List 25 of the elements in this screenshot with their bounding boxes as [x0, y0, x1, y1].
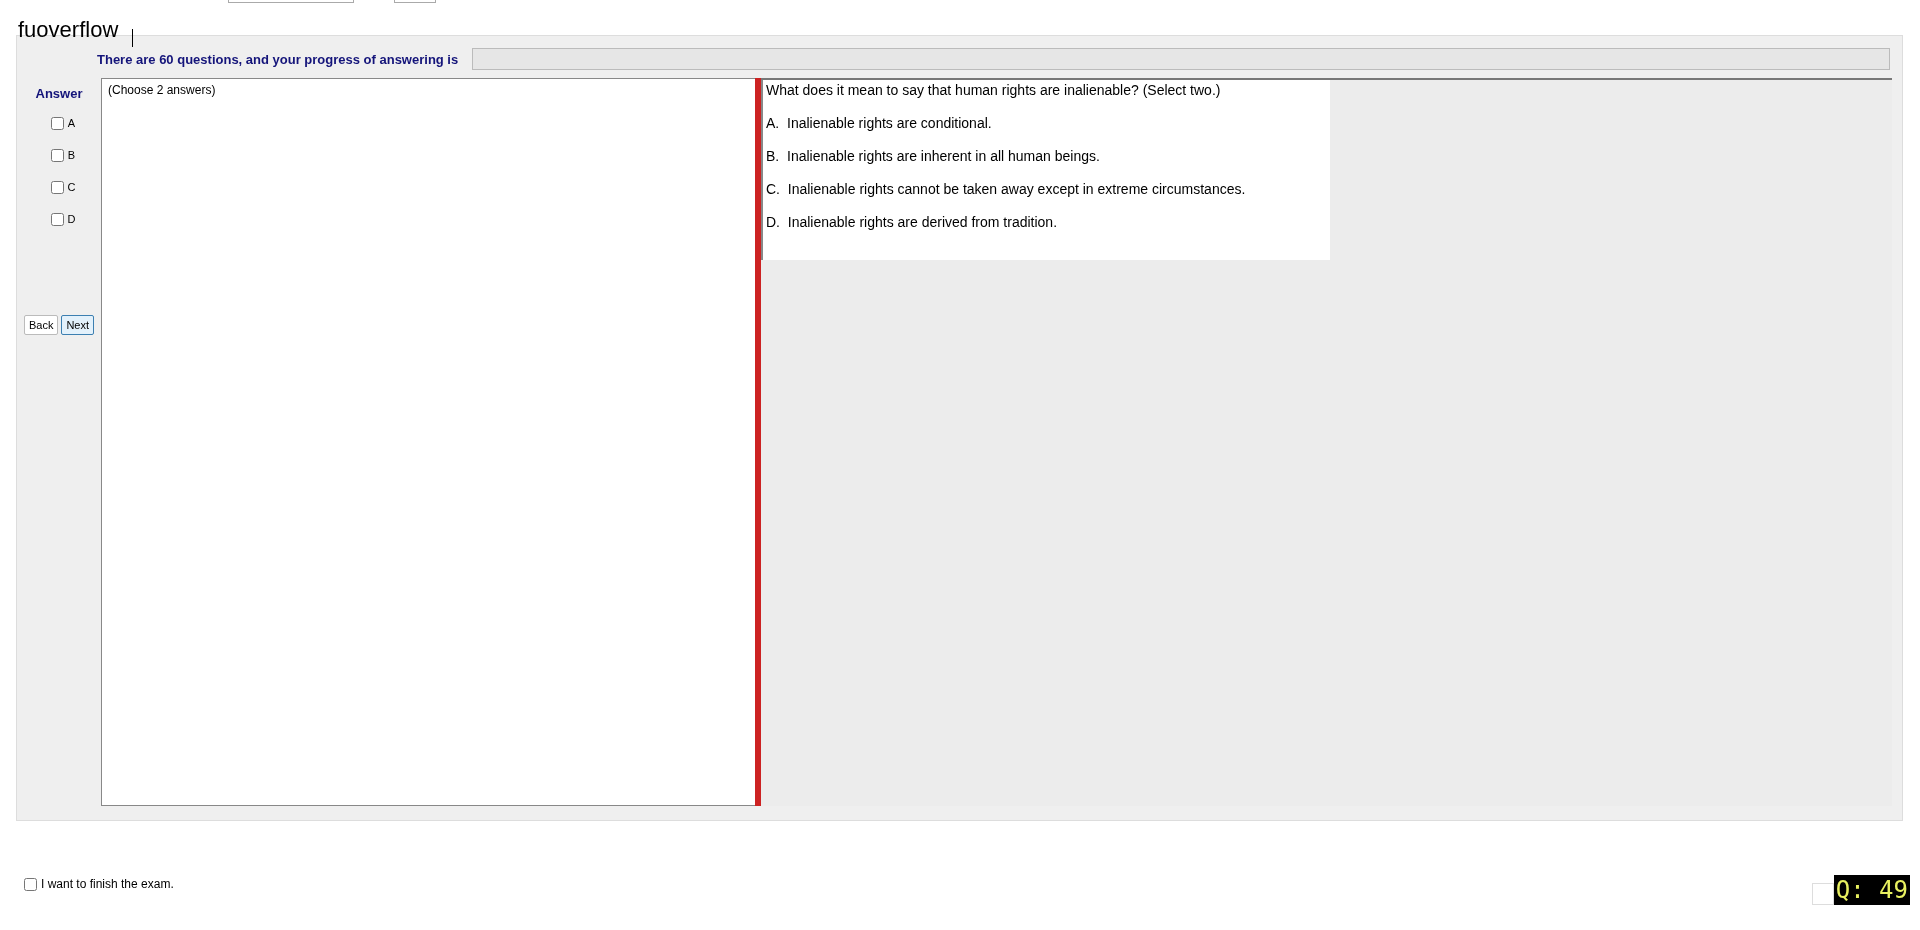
- answer-text: (Choose 2 answers): [108, 83, 216, 97]
- option-label: C: [67, 181, 76, 193]
- answer-checkbox[interactable]: [50, 148, 64, 162]
- option-label: D: [67, 213, 76, 225]
- answer-text-area[interactable]: (Choose 2 answers): [101, 78, 755, 806]
- question-text: What does it mean to say that human rights are inalienable? (Select two.): [766, 82, 1222, 98]
- answer-checkbox[interactable]: [50, 116, 64, 130]
- question-counter: Q: 49: [1833, 875, 1910, 905]
- choice-text: C. Inalienable rights cannot be taken away except in extreme circumstances.: [766, 181, 1247, 197]
- text-cursor: [132, 29, 134, 47]
- choice-text: B. Inalienable rights are inherent in all human beings.: [766, 148, 1101, 164]
- choice-text: D. Inalienable rights are derived from tradition.: [766, 214, 1059, 230]
- app-title: fuoverflow: [18, 17, 119, 43]
- option-label: A: [67, 117, 76, 129]
- finish-checkbox[interactable]: [24, 877, 37, 891]
- nav-button[interactable]: Next: [61, 315, 95, 335]
- finish-label: I want to finish the exam.: [41, 877, 174, 891]
- answer-checkbox[interactable]: [50, 212, 64, 226]
- answer-checkbox[interactable]: [50, 180, 64, 194]
- choice-text: A. Inalienable rights are conditional.: [766, 115, 993, 131]
- nav-button[interactable]: Back: [23, 315, 59, 335]
- answer-heading: Answer: [35, 86, 83, 101]
- splitter-handle[interactable]: [755, 78, 761, 806]
- progress-label: There are 60 questions, and your progress of answering is: [97, 51, 459, 67]
- option-label: B: [67, 149, 76, 161]
